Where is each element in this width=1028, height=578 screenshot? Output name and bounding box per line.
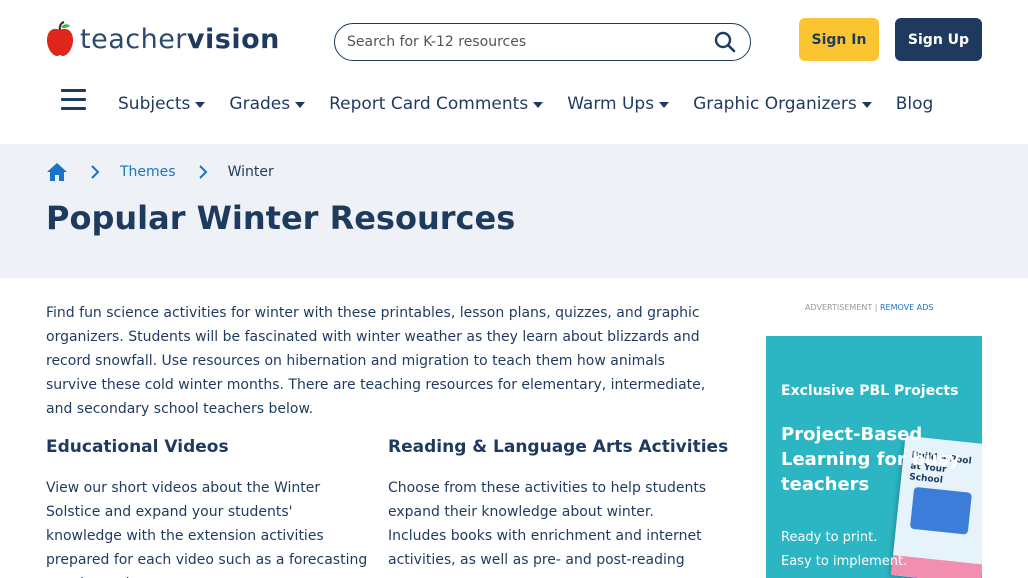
- advertisement-banner[interactable]: Exclusive PBL Projects Project-Based Lea…: [766, 336, 982, 578]
- breadcrumb-themes-link[interactable]: Themes: [120, 164, 176, 180]
- sign-in-button[interactable]: Sign In: [799, 18, 879, 61]
- caret-down-icon: [295, 102, 306, 108]
- caret-down-icon: [861, 102, 872, 108]
- educational-videos-section: Educational Videos View our short videos…: [46, 437, 371, 578]
- ad-body: Ready to print. Easy to implement.: [781, 526, 907, 574]
- teachervision-logo[interactable]: teachervision: [46, 20, 280, 58]
- nav-item-label: Blog: [895, 94, 934, 114]
- caret-down-icon: [659, 102, 670, 108]
- section-heading[interactable]: Reading & Language Arts Activities: [388, 437, 728, 465]
- nav-item-grades[interactable]: Grades: [229, 94, 306, 114]
- nav-item-blog[interactable]: Blog: [896, 94, 934, 114]
- logo-wordmark: teachervision: [80, 23, 280, 55]
- page-title: Popular Winter Resources: [46, 199, 516, 237]
- ad-headline: Project-Based Learning for busy teachers: [781, 424, 961, 495]
- breadcrumb: Themes Winter: [46, 160, 274, 184]
- search-bar: [334, 23, 751, 61]
- section-description: View our short videos about the Winter S…: [46, 480, 368, 578]
- site-header: teachervision Sign In Sign Up Subjects G…: [0, 0, 1028, 144]
- hamburger-menu-icon[interactable]: [61, 89, 86, 111]
- chevron-right-icon: [91, 165, 100, 179]
- breadcrumb-current: Winter: [227, 164, 274, 180]
- ad-kicker: Exclusive PBL Projects: [781, 383, 959, 399]
- nav-item-report-card-comments[interactable]: Report Card Comments: [329, 94, 544, 114]
- ad-line: Ready to print.: [781, 530, 878, 545]
- nav-item-warm-ups[interactable]: Warm Ups: [567, 94, 670, 114]
- intro-paragraph: Find fun science activities for winter w…: [46, 305, 706, 417]
- chevron-right-icon: [198, 165, 208, 179]
- caret-down-icon: [195, 102, 206, 108]
- search-input[interactable]: [347, 30, 697, 54]
- advertisement-label: ADVERTISEMENT | REMOVE ADS: [805, 303, 934, 312]
- nav-item-label: Grades: [229, 94, 291, 114]
- section-heading[interactable]: Educational Videos: [46, 437, 371, 465]
- section-description: Choose from these activities to help stu…: [388, 480, 707, 568]
- nav-item-graphic-organizers[interactable]: Graphic Organizers: [693, 94, 872, 114]
- home-icon[interactable]: [46, 161, 68, 183]
- sign-up-button[interactable]: Sign Up: [895, 18, 982, 61]
- nav-item-label: Warm Ups: [567, 94, 655, 114]
- search-icon[interactable]: [714, 31, 736, 53]
- caret-down-icon: [533, 102, 544, 108]
- main-nav: Subjects Grades Report Card Comments War…: [118, 90, 957, 118]
- nav-item-label: Graphic Organizers: [693, 94, 857, 114]
- remove-ads-link[interactable]: REMOVE ADS: [880, 303, 933, 312]
- ad-line: Easy to implement.: [781, 554, 908, 569]
- nav-item-label: Report Card Comments: [329, 94, 529, 114]
- apple-logo-icon: [47, 21, 73, 56]
- reading-language-arts-section: Reading & Language Arts Activities Choos…: [388, 437, 728, 572]
- nav-item-subjects[interactable]: Subjects: [118, 94, 206, 114]
- nav-item-label: Subjects: [118, 94, 191, 114]
